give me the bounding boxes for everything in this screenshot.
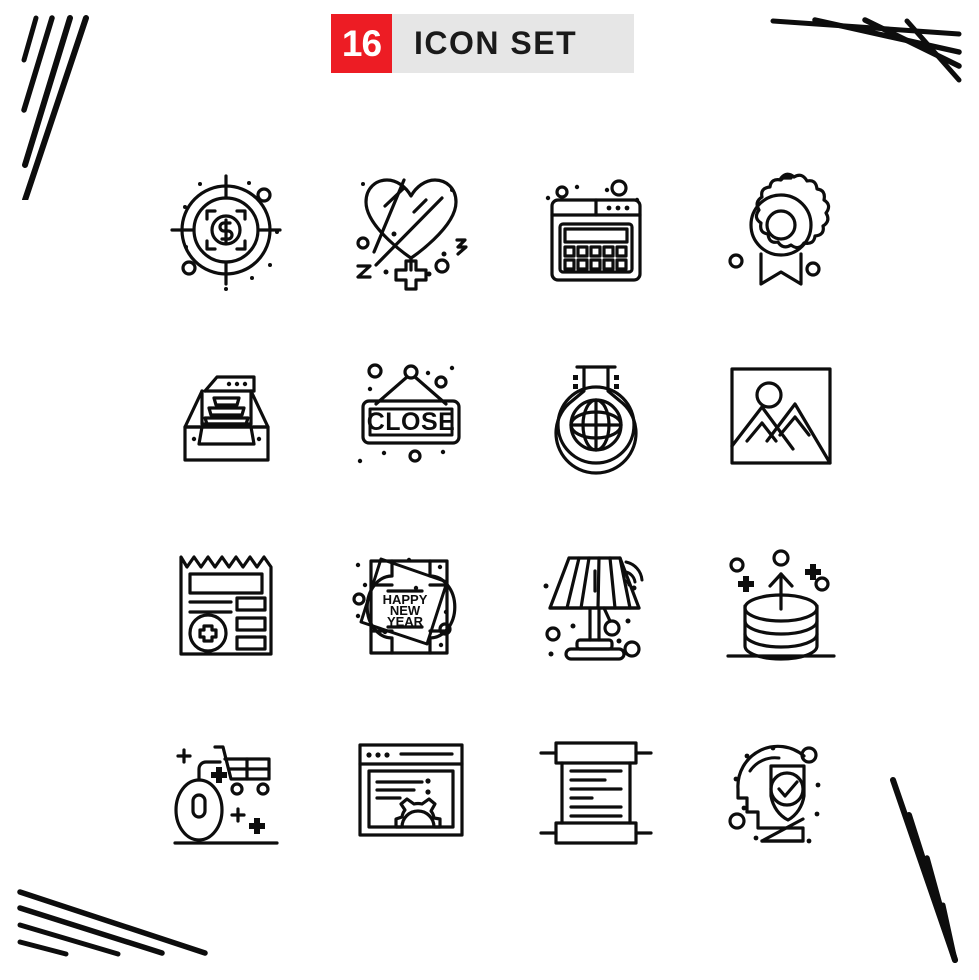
icon-cell-database-upload[interactable] <box>688 509 873 696</box>
icon-cell-new-year-card[interactable]: HAPPY NEW YEAR <box>318 509 503 696</box>
icon-cell-head-shield-check[interactable] <box>688 696 873 883</box>
icon-cell-medical-bill[interactable] <box>133 509 318 696</box>
icon-cell-browser-calculator[interactable] <box>503 135 688 322</box>
icon-cell-image-placeholder[interactable] <box>688 322 873 509</box>
header: 16 ICON SET <box>331 14 634 73</box>
corner-stripes-top-right <box>770 17 962 83</box>
icon-cell-smart-lamp-wifi[interactable] <box>503 509 688 696</box>
icon-cell-browser-settings-gear[interactable] <box>318 696 503 883</box>
icon-cell-global-lab-flask[interactable] <box>503 322 688 509</box>
title-bar: ICON SET <box>392 14 634 73</box>
icon-cell-mouse-shopping-cart[interactable] <box>133 696 318 883</box>
icon-cell-award-rosette[interactable] <box>688 135 873 322</box>
close-sign-text: CLOSE <box>366 408 455 436</box>
icon-cell-money-target[interactable] <box>133 135 318 322</box>
icon-cell-heart-female-symbol[interactable] <box>318 135 503 322</box>
icon-set-page: 16 ICON SET CLOSE HAPPY NEW YEAR <box>0 0 979 980</box>
icon-cell-scroll-document[interactable] <box>503 696 688 883</box>
new-year-line3: YEAR <box>386 614 423 629</box>
page-title: ICON SET <box>414 25 578 61</box>
icon-cell-close-sign[interactable]: CLOSE <box>318 322 503 509</box>
icon-cell-printer-archive[interactable] <box>133 322 318 509</box>
icon-count-badge: 16 <box>331 14 392 73</box>
icon-grid: CLOSE HAPPY NEW YEAR <box>133 135 873 925</box>
